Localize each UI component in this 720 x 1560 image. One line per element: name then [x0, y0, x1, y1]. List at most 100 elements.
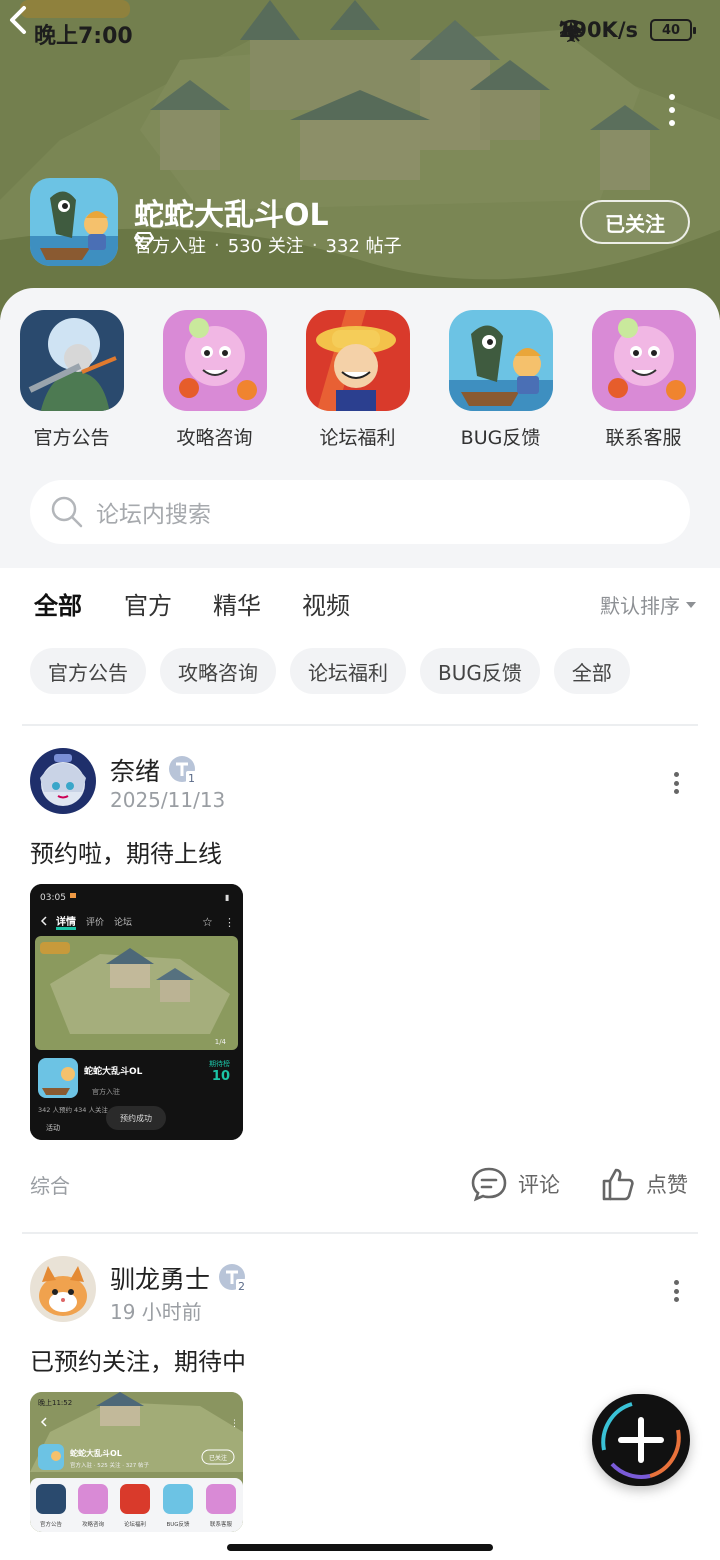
status-time: 晚上7:00 — [34, 24, 133, 49]
post-image[interactable]: 晚上11:52 ⋮ 蛇蛇大乱斗OL 官方入驻 · 525 关注 · 327 帖子… — [30, 1392, 243, 1532]
tab-label: 精华 — [213, 592, 261, 620]
active-tab-indicator — [40, 623, 76, 629]
tab-label: 官方 — [124, 592, 172, 620]
username: 驯龙勇士 — [110, 1265, 211, 1294]
shortcut-announcement[interactable]: 官方公告 — [0, 310, 143, 450]
status-bar: 晚上7:00 190K/s 40 — [0, 0, 720, 64]
post-image[interactable]: 03:05 ▮ 详情 评价 论坛 ☆ ⋮ 1/4 蛇蛇大乱斗OL 官方入驻 期待… — [30, 884, 243, 1140]
thumbs-up-icon — [602, 1168, 634, 1201]
post-date: 19 小时前 — [110, 1300, 202, 1324]
post-category[interactable]: 综合 — [30, 1170, 70, 1199]
svg-text:⋮: ⋮ — [230, 1419, 239, 1429]
svg-text:1: 1 — [188, 772, 195, 785]
svg-text:评价: 评价 — [86, 917, 104, 928]
game-app-icon — [30, 178, 118, 266]
forum-panel: 官方公告 攻略咨询 论坛福利 BUG反馈 联系客服 论坛内搜索 — [0, 288, 720, 568]
comment-button[interactable]: 评论 — [470, 1166, 560, 1202]
post-content: 已预约关注，期待中 — [30, 1348, 246, 1376]
forum-page: 晚上7:00 190K/s 40 蛇蛇大乱斗OL 官方入驻 · 530 关注 ·… — [0, 0, 720, 1560]
home-indicator[interactable] — [227, 1544, 493, 1551]
game-title: 蛇蛇大乱斗OL — [134, 198, 329, 233]
divider — [22, 724, 698, 726]
level-badge-icon: 1 — [168, 755, 198, 785]
svg-text:2: 2 — [238, 1280, 245, 1293]
svg-text:官方公告: 官方公告 — [40, 1520, 63, 1528]
shortcut-bug[interactable]: BUG反馈 — [429, 310, 572, 450]
meta-separator: · — [214, 234, 220, 256]
svg-text:蛇蛇大乱斗OL: 蛇蛇大乱斗OL — [84, 1065, 143, 1077]
post-more-icon[interactable] — [672, 1280, 680, 1302]
like-label: 点赞 — [646, 1173, 688, 1197]
svg-text:期待榜: 期待榜 — [209, 1059, 230, 1068]
shortcut-guide[interactable]: 攻略咨询 — [143, 310, 286, 450]
svg-text:03:05: 03:05 — [40, 893, 66, 903]
avatar[interactable] — [30, 748, 96, 814]
chip-welfare[interactable]: 论坛福利 — [290, 648, 406, 694]
chip-guide[interactable]: 攻略咨询 — [160, 648, 276, 694]
plus-icon — [601, 1402, 681, 1479]
search-icon — [51, 496, 83, 528]
content-tabs: 全部 官方 精华 视频 默认排序 — [0, 586, 720, 629]
welfare-art-icon — [305, 310, 410, 411]
sort-label: 默认排序 — [600, 594, 680, 618]
svg-text:已关注: 已关注 — [209, 1454, 227, 1462]
post-author[interactable]: 奈绪 1 — [110, 752, 198, 788]
username: 奈绪 — [110, 757, 161, 786]
avatar[interactable] — [30, 1256, 96, 1322]
game-meta: 官方入驻 · 530 关注 · 332 帖子 — [134, 232, 402, 258]
chip-all[interactable]: 全部 — [553, 648, 630, 694]
shortcut-service[interactable]: 联系客服 — [572, 310, 715, 450]
svg-text:预约成功: 预约成功 — [120, 1113, 152, 1123]
svg-text:论坛福利: 论坛福利 — [124, 1520, 146, 1528]
svg-text:⋮: ⋮ — [224, 916, 235, 929]
tab-label: 视频 — [302, 592, 350, 620]
battery-icon: 40 — [650, 19, 696, 41]
shortcut-label: 论坛福利 — [319, 427, 396, 449]
create-post-button[interactable] — [592, 1394, 690, 1486]
svg-text:▮: ▮ — [225, 893, 229, 902]
svg-text:BUG反馈: BUG反馈 — [166, 1520, 190, 1528]
tab-all[interactable]: 全部 — [34, 586, 82, 629]
post-actions: 综合 评论 点赞 — [0, 1166, 720, 1202]
game-header: 蛇蛇大乱斗OL 官方入驻 · 530 关注 · 332 帖子 已关注 — [30, 178, 690, 268]
svg-text:官方入驻 · 525 关注 · 327 帖子: 官方入驻 · 525 关注 · 327 帖子 — [70, 1461, 149, 1469]
post-author[interactable]: 驯龙勇士 2 — [110, 1260, 248, 1296]
service-art-icon — [591, 310, 696, 411]
shortcut-label: 官方公告 — [33, 427, 110, 449]
shortcut-label: 联系客服 — [605, 427, 682, 449]
svg-text:活动: 活动 — [46, 1123, 60, 1132]
hero-banner: 晚上7:00 190K/s 40 蛇蛇大乱斗OL 官方入驻 · 530 关注 ·… — [0, 0, 720, 320]
chevron-right-icon[interactable] — [134, 232, 144, 248]
tab-featured[interactable]: 精华 — [213, 586, 261, 621]
post-content: 预约啦，期待上线 — [30, 840, 222, 868]
chip-announcement[interactable]: 官方公告 — [30, 648, 146, 694]
post-more-icon[interactable] — [672, 772, 680, 794]
shortcut-label: BUG反馈 — [460, 427, 541, 449]
forum-search-input[interactable]: 论坛内搜索 — [30, 480, 690, 544]
svg-text:详情: 详情 — [56, 915, 76, 928]
like-button[interactable]: 点赞 — [600, 1166, 688, 1202]
sort-dropdown[interactable]: 默认排序 — [600, 590, 696, 619]
search-placeholder: 论坛内搜索 — [96, 502, 211, 528]
follow-button[interactable]: 已关注 — [580, 200, 690, 244]
svg-text:论坛: 论坛 — [114, 916, 132, 928]
svg-text:10: 10 — [212, 1069, 230, 1084]
svg-text:官方入驻: 官方入驻 — [92, 1087, 120, 1096]
svg-text:晚上11:52: 晚上11:52 — [38, 1398, 72, 1407]
comment-icon — [471, 1167, 507, 1202]
more-menu-icon[interactable] — [660, 94, 684, 126]
announcement-art-icon — [19, 310, 124, 411]
divider — [22, 1232, 698, 1234]
svg-text:342 人预约 434 人关注: 342 人预约 434 人关注 — [38, 1105, 109, 1114]
post-card[interactable]: 奈绪 1 2025/11/13 预约啦，期待上线 03:05 ▮ 详情 评价 论… — [0, 748, 720, 1208]
post-count[interactable]: 332 帖子 — [326, 232, 402, 258]
shortcut-welfare[interactable]: 论坛福利 — [286, 310, 429, 450]
svg-text:联系客服: 联系客服 — [210, 1520, 233, 1528]
back-arrow-icon[interactable] — [0, 0, 40, 40]
svg-text:蛇蛇大乱斗OL: 蛇蛇大乱斗OL — [70, 1448, 122, 1458]
svg-text:1/4: 1/4 — [215, 1038, 227, 1046]
tab-video[interactable]: 视频 — [302, 586, 350, 621]
level-badge-icon: 2 — [218, 1263, 248, 1293]
chip-bug[interactable]: BUG反馈 — [420, 648, 540, 694]
tab-official[interactable]: 官方 — [124, 586, 172, 621]
